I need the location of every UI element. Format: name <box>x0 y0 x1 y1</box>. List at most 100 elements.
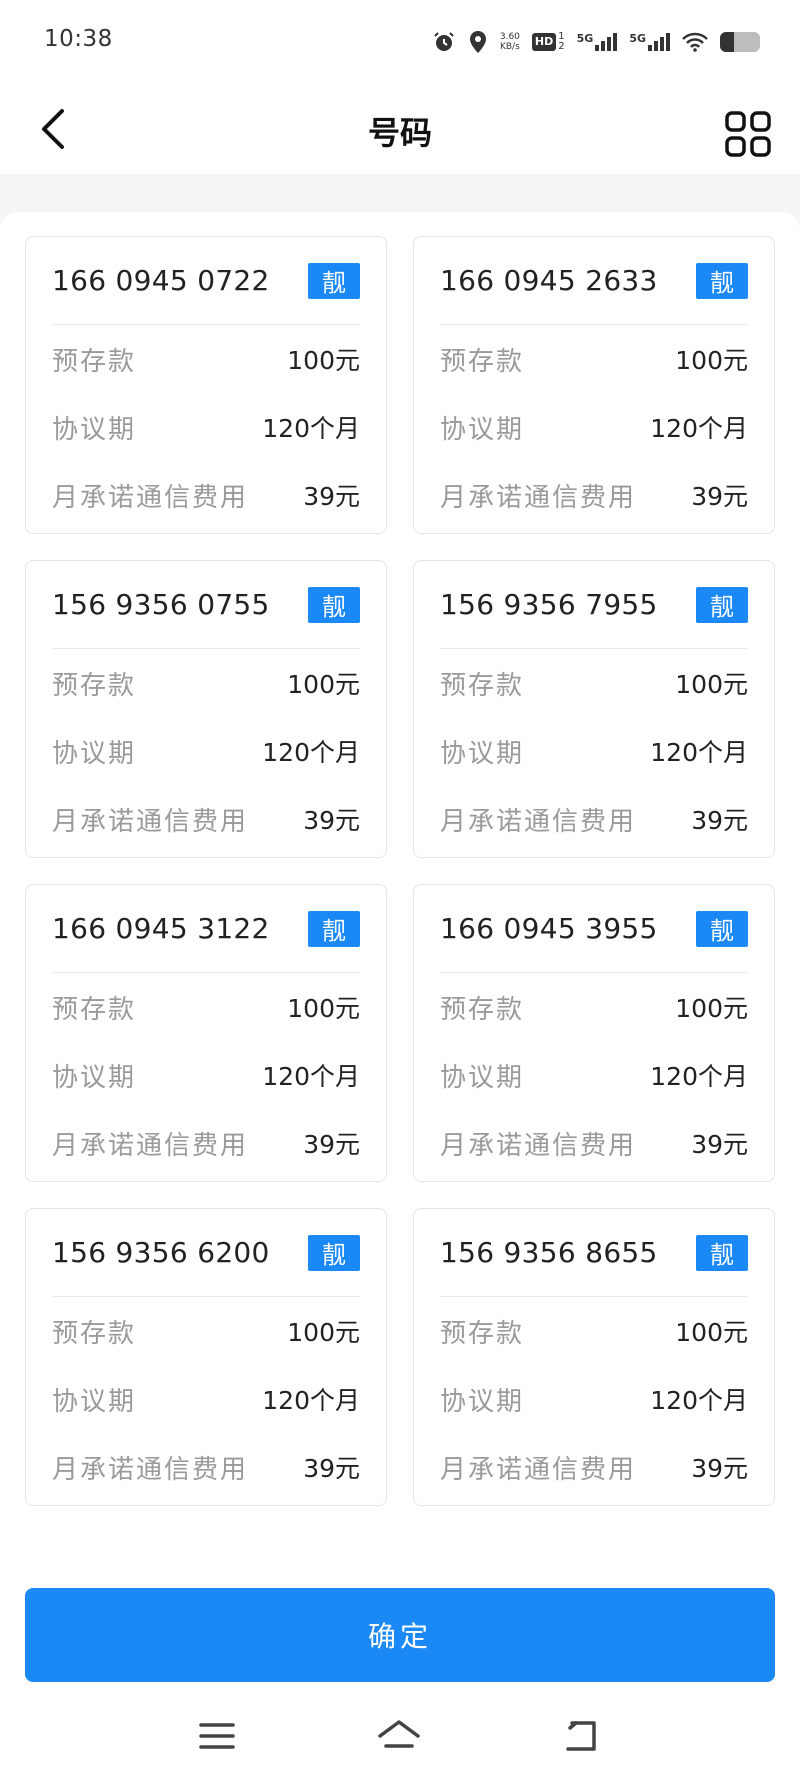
monthly-fee-row: 月承诺通信费用 39元 <box>52 785 360 853</box>
row-label: 协议期 <box>52 1386 137 1417</box>
row-label: 协议期 <box>440 1386 525 1417</box>
row-value: 100元 <box>675 1318 748 1347</box>
number-card-grid: 166 0945 0722 靓 预存款 100元 协议期 120个月 月承诺通信费用… <box>25 236 775 1506</box>
row-value: 39元 <box>691 482 748 511</box>
phone-number: 166 0945 3122 <box>52 912 270 945</box>
card-header: 166 0945 3122 靓 <box>52 885 360 973</box>
phone-number: 156 9356 6200 <box>52 1236 270 1269</box>
phone-number: 166 0945 2633 <box>440 264 658 297</box>
number-card[interactable]: 156 9356 6200 靓 预存款 100元 协议期 120个月 月承诺通信费用… <box>25 1208 387 1506</box>
location-icon <box>468 30 488 54</box>
monthly-fee-row: 月承诺通信费用 39元 <box>52 461 360 529</box>
phone-number: 166 0945 3955 <box>440 912 658 945</box>
deposit-row: 预存款 100元 <box>52 325 360 393</box>
row-value: 39元 <box>303 482 360 511</box>
deposit-row: 预存款 100元 <box>52 1297 360 1365</box>
row-value: 100元 <box>675 346 748 375</box>
contract-row: 协议期 120个月 <box>52 1041 360 1109</box>
monthly-fee-row: 月承诺通信费用 39元 <box>440 1109 748 1177</box>
deposit-row: 预存款 100元 <box>440 325 748 393</box>
premium-tag: 靓 <box>308 910 360 947</box>
contract-row: 协议期 120个月 <box>440 717 748 785</box>
row-label: 月承诺通信费用 <box>440 1454 637 1485</box>
row-value: 39元 <box>303 1454 360 1483</box>
row-label: 协议期 <box>440 414 525 445</box>
home-icon[interactable] <box>376 1718 422 1758</box>
row-label: 协议期 <box>440 1062 525 1093</box>
number-card[interactable]: 156 9356 0755 靓 预存款 100元 协议期 120个月 月承诺通信费用… <box>25 560 387 858</box>
hd-voice-indicator: HD 1 2 <box>531 32 565 52</box>
deposit-row: 预存款 100元 <box>52 973 360 1041</box>
row-label: 协议期 <box>440 738 525 769</box>
status-icons: 3.60 KB/s HD 1 2 5G 5G <box>432 24 760 60</box>
signal-5g-2: 5G <box>629 33 670 51</box>
row-label: 月承诺通信费用 <box>440 482 637 513</box>
phone-number: 156 9356 8655 <box>440 1236 658 1269</box>
row-value: 39元 <box>691 1130 748 1159</box>
row-value: 120个月 <box>650 1062 748 1091</box>
premium-tag: 靓 <box>696 910 748 947</box>
row-label: 月承诺通信费用 <box>440 806 637 837</box>
speed-unit: KB/s <box>499 42 520 52</box>
hd-label: HD <box>531 33 557 51</box>
contract-row: 协议期 120个月 <box>52 717 360 785</box>
row-value: 100元 <box>287 1318 360 1347</box>
row-value: 39元 <box>691 1454 748 1483</box>
hd-sub: 1 2 <box>558 32 564 52</box>
signal-bars-icon <box>648 33 670 51</box>
row-label: 协议期 <box>52 738 137 769</box>
speed-value: 3.60 <box>499 32 520 42</box>
row-label: 协议期 <box>52 1062 137 1093</box>
card-header: 166 0945 0722 靓 <box>52 237 360 325</box>
header-sliver <box>0 174 800 212</box>
grid-menu-button[interactable] <box>724 110 774 160</box>
number-card[interactable]: 166 0945 0722 靓 预存款 100元 协议期 120个月 月承诺通信费用… <box>25 236 387 534</box>
monthly-fee-row: 月承诺通信费用 39元 <box>440 1433 748 1501</box>
premium-tag: 靓 <box>308 262 360 299</box>
contract-row: 协议期 120个月 <box>440 1041 748 1109</box>
premium-tag: 靓 <box>696 262 748 299</box>
phone-number: 156 9356 0755 <box>52 588 270 621</box>
row-label: 预存款 <box>440 346 525 377</box>
monthly-fee-row: 月承诺通信费用 39元 <box>52 1433 360 1501</box>
monthly-fee-row: 月承诺通信费用 39元 <box>52 1109 360 1177</box>
number-card[interactable]: 166 0945 3122 靓 预存款 100元 协议期 120个月 月承诺通信费用… <box>25 884 387 1182</box>
system-nav-bar <box>0 1698 800 1778</box>
card-header: 156 9356 0755 靓 <box>52 561 360 649</box>
net-label-2: 5G <box>629 32 646 45</box>
number-card[interactable]: 166 0945 2633 靓 预存款 100元 协议期 120个月 月承诺通信费用… <box>413 236 775 534</box>
card-header: 156 9356 8655 靓 <box>440 1209 748 1297</box>
monthly-fee-row: 月承诺通信费用 39元 <box>440 461 748 529</box>
net-label-1: 5G <box>576 32 594 45</box>
row-label: 月承诺通信费用 <box>52 806 249 837</box>
confirm-button[interactable]: 确定 <box>25 1588 775 1682</box>
menu-icon[interactable] <box>198 1721 236 1755</box>
row-label: 预存款 <box>52 994 137 1025</box>
deposit-row: 预存款 100元 <box>440 973 748 1041</box>
status-time: 10:38 <box>44 26 113 52</box>
row-value: 39元 <box>691 806 748 835</box>
number-card[interactable]: 156 9356 7955 靓 预存款 100元 协议期 120个月 月承诺通信费用… <box>413 560 775 858</box>
premium-tag: 靓 <box>696 586 748 623</box>
card-header: 166 0945 3955 靓 <box>440 885 748 973</box>
wifi-icon <box>682 32 708 52</box>
alarm-icon <box>432 30 456 54</box>
number-card[interactable]: 166 0945 3955 靓 预存款 100元 协议期 120个月 月承诺通信费用… <box>413 884 775 1182</box>
row-label: 月承诺通信费用 <box>52 1130 249 1161</box>
row-label: 协议期 <box>52 414 137 445</box>
row-label: 预存款 <box>52 1318 137 1349</box>
deposit-row: 预存款 100元 <box>52 649 360 717</box>
contract-row: 协议期 120个月 <box>440 1365 748 1433</box>
number-card[interactable]: 156 9356 8655 靓 预存款 100元 协议期 120个月 月承诺通信费用… <box>413 1208 775 1506</box>
monthly-fee-row: 月承诺通信费用 39元 <box>440 785 748 853</box>
phone-number: 166 0945 0722 <box>52 264 270 297</box>
contract-row: 协议期 120个月 <box>52 393 360 461</box>
contract-row: 协议期 120个月 <box>52 1365 360 1433</box>
card-header: 166 0945 2633 靓 <box>440 237 748 325</box>
back-icon[interactable] <box>562 1719 602 1757</box>
card-header: 156 9356 6200 靓 <box>52 1209 360 1297</box>
row-value: 120个月 <box>650 414 748 443</box>
network-speed: 3.60 KB/s <box>500 32 520 52</box>
row-value: 39元 <box>303 806 360 835</box>
row-label: 预存款 <box>440 994 525 1025</box>
